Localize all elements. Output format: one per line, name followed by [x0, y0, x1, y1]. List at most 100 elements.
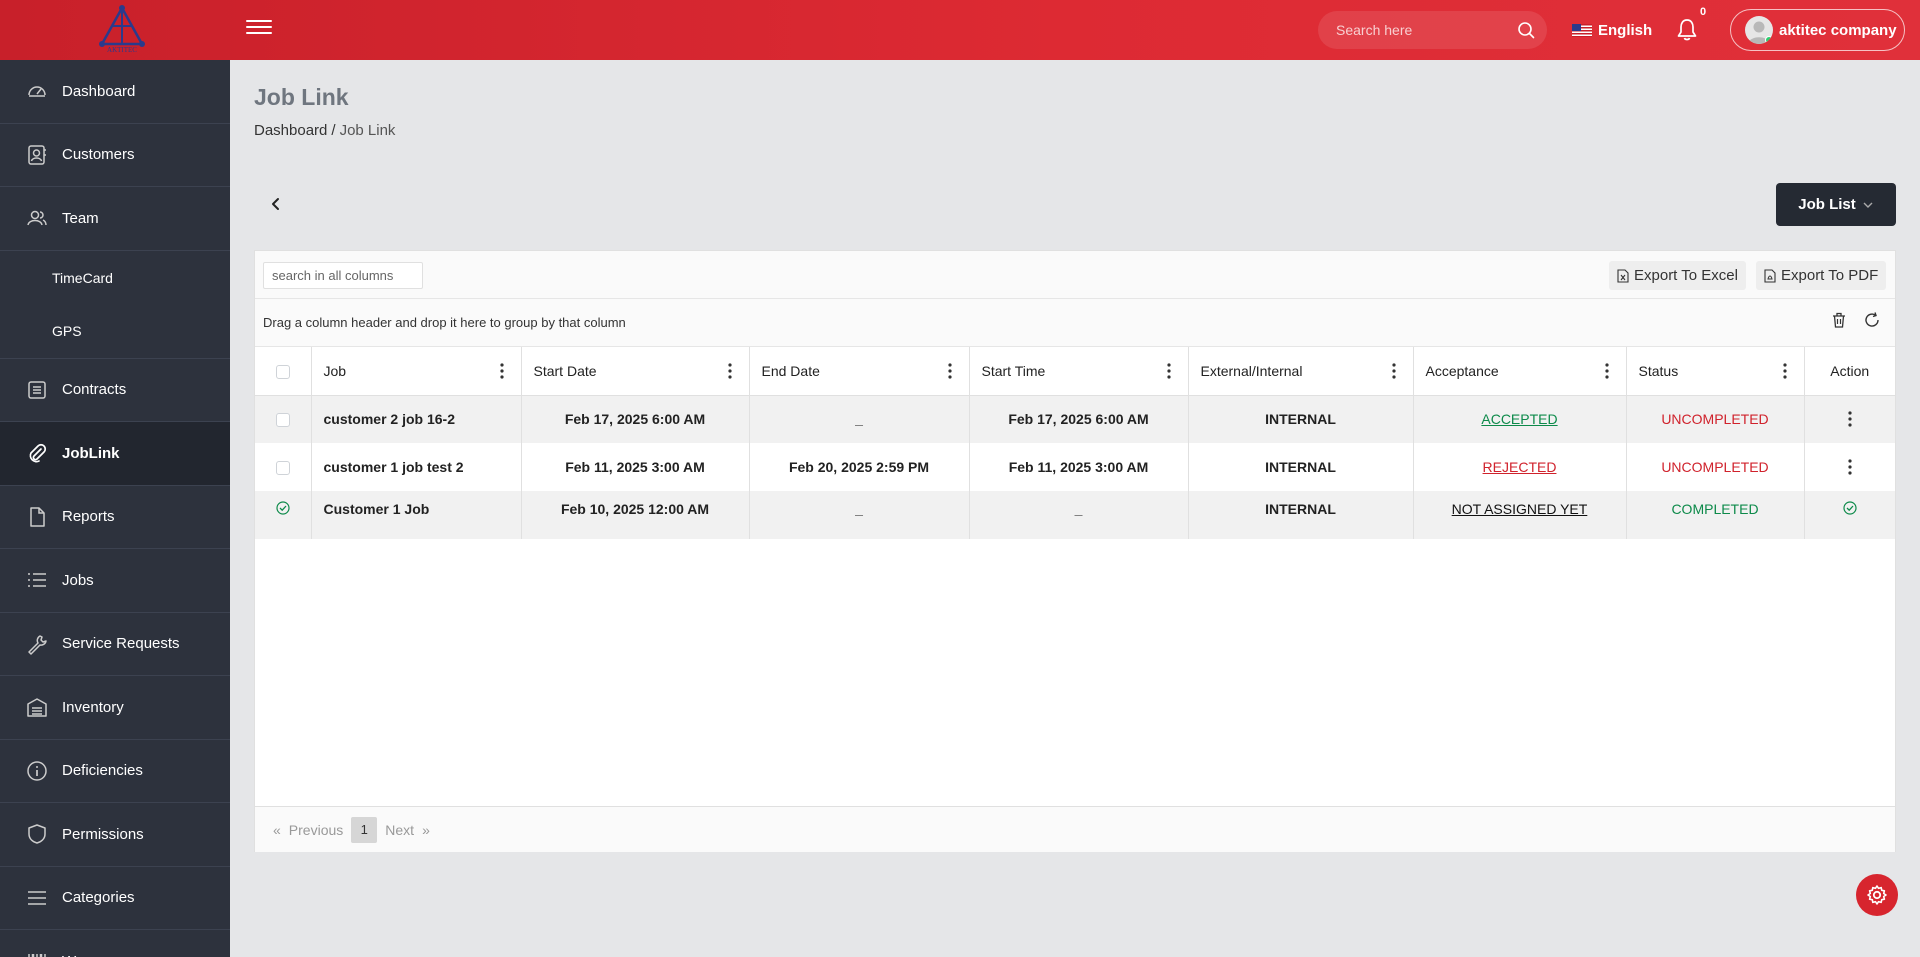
sidebar-item-dashboard[interactable]: Dashboard: [0, 60, 230, 124]
column-menu-icon[interactable]: [1160, 361, 1178, 381]
sidebar-item-label: Service Requests: [62, 635, 180, 653]
info-icon: [27, 761, 47, 781]
sidebar-item-label: Reports: [62, 508, 115, 526]
refresh-icon[interactable]: [1863, 311, 1881, 329]
group-by-panel[interactable]: Drag a column header and drop it here to…: [255, 299, 1895, 347]
sidebar-item-label: Customers: [62, 146, 135, 164]
sidebar-item-joblink[interactable]: JobLink: [0, 422, 230, 486]
column-menu-icon[interactable]: [1385, 361, 1403, 381]
menu-icon: [28, 891, 46, 905]
user-menu-button[interactable]: aktitec company: [1730, 9, 1905, 51]
column-menu-icon[interactable]: [1776, 361, 1794, 381]
row-actions-menu-icon[interactable]: [1841, 457, 1859, 477]
export-pdf-button[interactable]: Export To PDF: [1756, 261, 1887, 290]
acceptance-link[interactable]: NOT ASSIGNED YET: [1452, 501, 1588, 517]
list-icon: [28, 573, 46, 588]
back-arrow-icon[interactable]: [266, 194, 286, 214]
job-list-dropdown-button[interactable]: Job List: [1776, 183, 1896, 226]
search-icon[interactable]: [1517, 21, 1535, 39]
row-actions-menu-icon[interactable]: [1841, 409, 1859, 429]
trash-icon[interactable]: [1830, 311, 1848, 329]
notification-count-badge: 0: [1700, 6, 1707, 18]
sidebar-item-deficiencies[interactable]: Deficiencies: [0, 740, 230, 803]
select-all-checkbox[interactable]: [275, 364, 290, 379]
export-excel-label: Export To Excel: [1634, 267, 1738, 284]
barcode-icon: [28, 954, 46, 957]
grid-toolbar: Export To Excel Export To PDF: [255, 251, 1895, 299]
pager-last[interactable]: »: [422, 822, 430, 838]
column-header-status[interactable]: Status: [1626, 347, 1805, 396]
paperclip-icon: [29, 444, 47, 463]
row-checkbox[interactable]: [275, 413, 290, 428]
column-label: Start Date: [533, 362, 597, 379]
end-date-cell: _: [749, 395, 970, 443]
document-icon: [28, 381, 46, 399]
language-selector[interactable]: English: [1572, 19, 1652, 41]
sidebar-item-inventory[interactable]: Inventory: [0, 676, 230, 740]
sidebar-item-label: W: [62, 953, 76, 957]
external-internal-cell: INTERNAL: [1188, 395, 1414, 443]
pdf-file-icon: [1764, 268, 1776, 283]
hamburger-menu-icon[interactable]: [246, 18, 272, 42]
sidebar-item-partial[interactable]: W: [0, 930, 230, 957]
status-text: COMPLETED: [1671, 501, 1759, 517]
external-internal-cell: INTERNAL: [1188, 491, 1414, 539]
sidebar-item-label: TimeCard: [52, 269, 113, 286]
sidebar-item-service-requests[interactable]: Service Requests: [0, 613, 230, 676]
row-checkbox[interactable]: [275, 461, 290, 476]
column-menu-icon[interactable]: [721, 361, 739, 381]
export-excel-button[interactable]: Export To Excel: [1609, 261, 1746, 290]
column-header-job[interactable]: Job: [311, 347, 522, 396]
settings-fab[interactable]: [1856, 874, 1898, 916]
sidebar-item-jobs[interactable]: Jobs: [0, 549, 230, 613]
column-menu-icon[interactable]: [1598, 361, 1616, 381]
acceptance-link[interactable]: ACCEPTED: [1481, 411, 1557, 427]
sidebar-item-permissions[interactable]: Permissions: [0, 803, 230, 867]
sidebar-item-contracts[interactable]: Contracts: [0, 359, 230, 422]
sidebar-item-team[interactable]: Team: [0, 187, 230, 251]
breadcrumb-link-dashboard[interactable]: Dashboard: [254, 122, 327, 139]
pagination: « Previous 1 Next »: [255, 806, 1895, 852]
column-label: End Date: [761, 362, 820, 379]
pager-previous[interactable]: Previous: [289, 822, 343, 838]
column-menu-icon[interactable]: [493, 361, 511, 381]
check-circle-icon: [276, 501, 290, 515]
table-row[interactable]: Customer 1 Job Feb 10, 2025 12:00 AM _ _…: [255, 491, 1895, 539]
sidebar-item-customers[interactable]: Customers: [0, 124, 230, 187]
breadcrumb-separator: /: [331, 122, 336, 139]
sidebar-item-categories[interactable]: Categories: [0, 867, 230, 930]
column-header-end-date[interactable]: End Date: [749, 347, 970, 396]
bell-icon[interactable]: [1674, 17, 1700, 43]
column-header-start-time[interactable]: Start Time: [969, 347, 1189, 396]
sidebar-item-label: Inventory: [62, 698, 124, 716]
start-time-cell: Feb 17, 2025 6:00 AM: [969, 395, 1189, 443]
column-header-start-date[interactable]: Start Date: [521, 347, 750, 396]
start-time-cell: Feb 11, 2025 3:00 AM: [969, 443, 1189, 491]
pager-page-1[interactable]: 1: [351, 816, 378, 843]
breadcrumb: Dashboard / Job Link: [254, 122, 395, 139]
column-header-acceptance[interactable]: Acceptance: [1413, 347, 1627, 396]
start-date-cell: Feb 11, 2025 3:00 AM: [521, 443, 750, 491]
sidebar-item-reports[interactable]: Reports: [0, 486, 230, 549]
start-date-cell: Feb 17, 2025 6:00 AM: [521, 395, 750, 443]
wrench-icon: [28, 635, 47, 655]
us-flag-icon: [1572, 23, 1592, 37]
action-cell: [1804, 491, 1895, 539]
sidebar-item-label: Categories: [62, 889, 135, 907]
table-row[interactable]: customer 1 job test 2 Feb 11, 2025 3:00 …: [255, 443, 1895, 491]
column-menu-icon[interactable]: [941, 361, 959, 381]
group-by-hint: Drag a column header and drop it here to…: [263, 315, 626, 330]
table-row[interactable]: customer 2 job 16-2 Feb 17, 2025 6:00 AM…: [255, 395, 1895, 443]
acceptance-link[interactable]: REJECTED: [1483, 459, 1557, 475]
status-cell: UNCOMPLETED: [1626, 443, 1805, 491]
column-label: Job: [323, 362, 347, 379]
grid-search-input[interactable]: [263, 262, 423, 289]
sidebar-item-timecard[interactable]: TimeCard: [0, 251, 230, 305]
sidebar-item-label: Jobs: [62, 571, 94, 589]
pager-next[interactable]: Next: [385, 822, 414, 838]
column-header-external-internal[interactable]: External/Internal: [1188, 347, 1414, 396]
status-text: UNCOMPLETED: [1661, 459, 1769, 475]
header-search-input[interactable]: [1336, 20, 1516, 40]
sidebar-item-gps[interactable]: GPS: [0, 305, 230, 359]
pager-first[interactable]: «: [273, 822, 281, 838]
